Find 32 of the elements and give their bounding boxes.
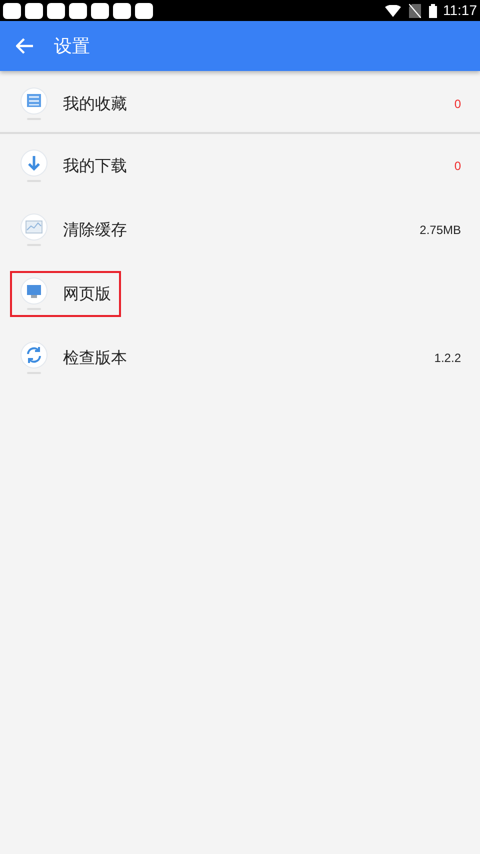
settings-item[interactable]: 我的下载 0 [0, 134, 480, 198]
count-value: 0 [454, 158, 461, 175]
item-label: 检查版本 [63, 347, 127, 369]
chart-icon [18, 211, 50, 249]
notification-icon [135, 2, 153, 18]
item-label: 我的下载 [63, 155, 127, 177]
item-label: 我的收藏 [63, 93, 127, 115]
notification-icon [69, 2, 87, 18]
item-value: 1.2.2 [434, 350, 461, 367]
app-bar-title: 设置 [54, 34, 90, 58]
refresh-icon [18, 339, 50, 377]
download-icon [18, 147, 50, 185]
settings-item[interactable]: 网页版 [0, 262, 480, 326]
settings-item[interactable]: 我的收藏 0 [0, 76, 480, 132]
notification-icon [25, 2, 43, 18]
item-value: 2.75MB [420, 222, 461, 239]
battery-icon [429, 4, 437, 18]
count-value: 0 [454, 96, 461, 113]
item-label: 清除缓存 [63, 219, 127, 241]
monitor-icon [18, 275, 50, 313]
notification-icon [113, 2, 131, 18]
wifi-icon [385, 4, 401, 16]
notification-icon [91, 2, 109, 18]
settings-item[interactable]: 清除缓存 2.75MB [0, 198, 480, 262]
back-arrow-icon [16, 38, 34, 54]
item-label: 网页版 [63, 283, 111, 305]
no-sim-icon [409, 4, 421, 18]
settings-item[interactable]: 检查版本 1.2.2 [0, 326, 480, 390]
status-time: 11:17 [443, 1, 477, 20]
notification-icon [47, 2, 65, 18]
notification-icon [3, 2, 21, 18]
list-icon [18, 85, 50, 123]
